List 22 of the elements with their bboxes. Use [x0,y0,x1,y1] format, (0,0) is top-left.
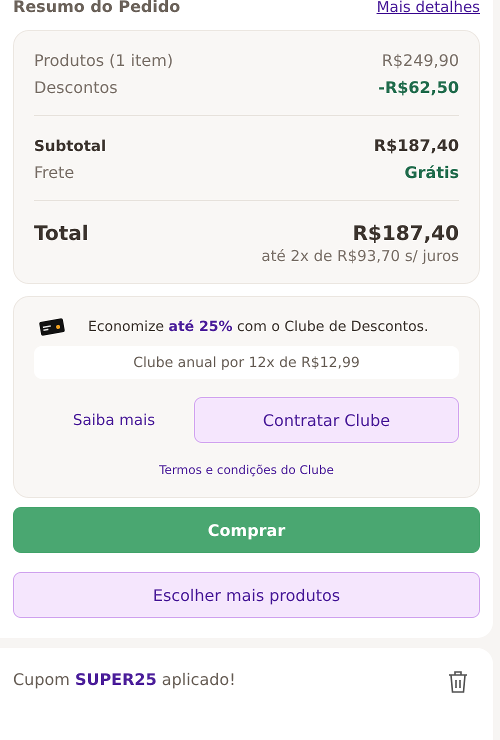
summary-label: Subtotal [34,137,106,155]
summary-label: Descontos [34,78,118,97]
card-icon [38,317,66,337]
summary-label: Produtos (1 item) [34,51,174,70]
installments-note: até 2x de R$93,70 s/ juros [261,247,459,265]
club-offer: Clube anual por 12x de R$12,99 [34,346,459,379]
summary-value: -R$62,50 [378,78,459,97]
summary-value: R$249,90 [382,51,459,70]
terms-link[interactable]: Termos e condições do Clube [159,463,334,477]
trash-icon[interactable] [447,670,469,694]
summary-value: R$187,40 [374,136,459,155]
subscribe-button[interactable]: Contratar Clube [194,397,459,443]
club-message: Economize até 25% com o Clube de Descontos. [88,319,428,335]
summary-label: Frete [34,163,74,182]
summary-value: Grátis [404,163,459,182]
section-title: Resumo do Pedido [13,0,180,16]
more-products-button[interactable]: Escolher mais produtos [13,572,480,618]
coupon-message: Cupom SUPER25 aplicado! [13,670,236,689]
learn-more-button[interactable]: Saiba mais [34,411,194,429]
summary-label: Total [34,221,89,245]
summary-value: R$187,40 [352,221,459,245]
details-link[interactable]: Mais detalhes [376,0,480,16]
